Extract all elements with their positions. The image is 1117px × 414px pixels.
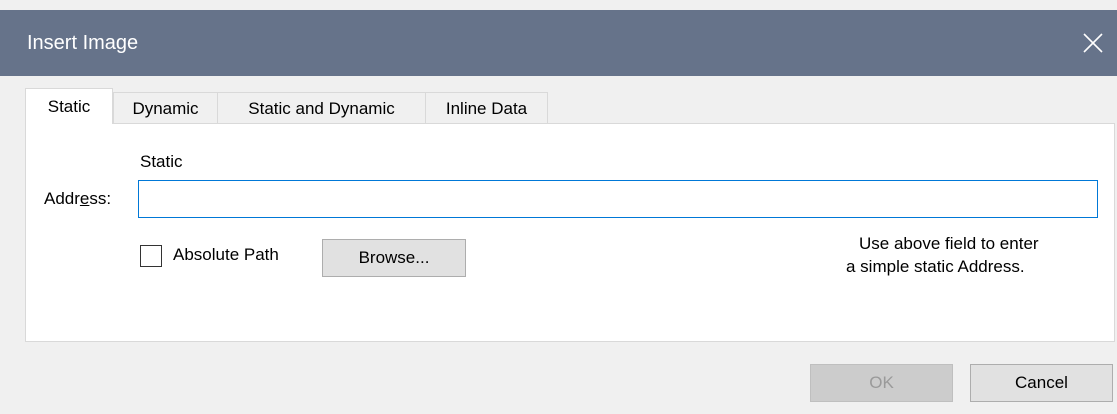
absolute-path-checkbox[interactable] [140, 245, 162, 267]
tab-label: Inline Data [445, 99, 528, 118]
tab-dynamic[interactable]: Dynamic [113, 92, 218, 124]
absolute-path-label[interactable]: Absolute Path [173, 244, 279, 266]
close-button[interactable] [1069, 10, 1117, 76]
title-bar: Insert Image [0, 10, 1117, 76]
tab-static-and-dynamic[interactable]: Static and Dynamic [217, 92, 426, 124]
address-label: Address: [44, 188, 111, 210]
hint-line-2: a simple static Address. [846, 257, 1025, 276]
tab-static[interactable]: Static [25, 88, 113, 124]
browse-button[interactable]: Browse... [322, 239, 466, 277]
cancel-button[interactable]: Cancel [970, 364, 1113, 402]
close-icon [1083, 33, 1103, 53]
active-tab-join [26, 122, 112, 125]
address-label-text: ss: [89, 189, 112, 208]
address-input[interactable] [138, 180, 1098, 218]
window-title: Insert Image [27, 32, 139, 54]
tab-label: Dynamic [132, 99, 199, 118]
ok-button[interactable]: OK [810, 364, 953, 402]
tab-label: Static and Dynamic [248, 99, 395, 118]
address-label-text: Addr [44, 189, 80, 208]
tab-inline-data[interactable]: Inline Data [425, 92, 548, 124]
static-section-label: Static [140, 152, 183, 171]
address-label-mnemonic: e [79, 189, 90, 208]
tab-label: Static [47, 97, 91, 116]
hint-line-1: Use above field to enter [859, 234, 1039, 253]
